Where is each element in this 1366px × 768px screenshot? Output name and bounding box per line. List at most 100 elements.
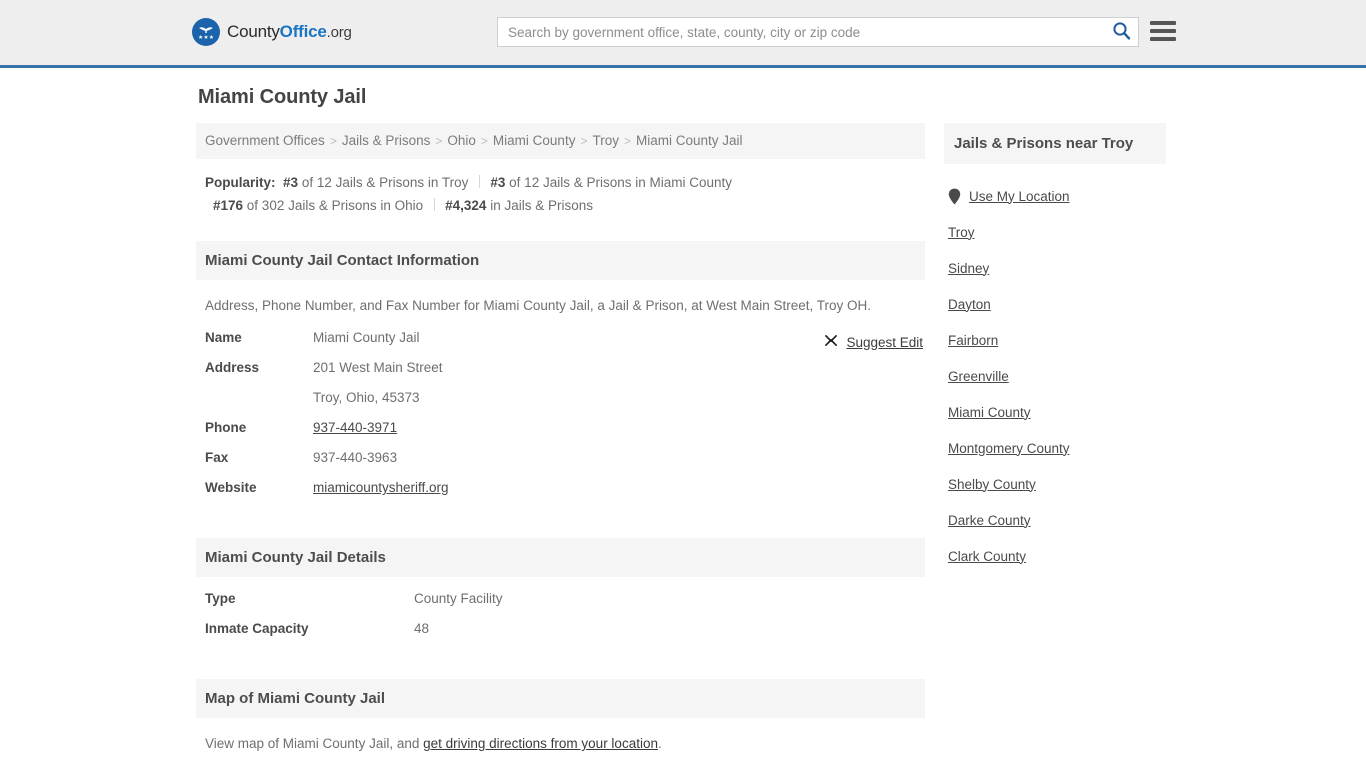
sidebar-item-label[interactable]: Montgomery County — [948, 441, 1070, 456]
sidebar-item-label[interactable]: Greenville — [948, 369, 1009, 384]
popularity-rank: #176 — [213, 198, 244, 213]
detail-term: Fax — [205, 450, 229, 465]
contact-information-section: Miami County Jail Contact Information Ad… — [196, 241, 925, 510]
detail-term: Website — [205, 480, 257, 495]
detail-value: 937-440-3971 — [313, 420, 397, 435]
sidebar-list: Use My Location Troy Sidney Dayton Fairborn… — [944, 164, 1166, 574]
map-section: Map of Miami County Jail View map of Mia… — [196, 679, 925, 760]
sidebar-item-label[interactable]: Clark County — [948, 549, 1026, 564]
search-icon — [1112, 21, 1131, 43]
detail-row: Website miamicountysheriff.org — [205, 480, 916, 510]
sidebar-item-fairborn[interactable]: Fairborn — [946, 322, 1164, 358]
suggest-edit-button[interactable]: Suggest Edit — [824, 333, 923, 351]
sidebar-item-darke-county[interactable]: Darke County — [946, 502, 1164, 538]
sidebar-item-dayton[interactable]: Dayton — [946, 286, 1164, 322]
details-list: Type County Facility Inmate Capacity 48 — [196, 577, 925, 651]
sidebar-item-label[interactable]: Fairborn — [948, 333, 998, 348]
detail-value: 48 — [414, 621, 430, 636]
breadcrumb-separator: > — [580, 134, 588, 148]
site-logo[interactable]: CountyOffice.org — [192, 18, 352, 46]
sidebar-item-montgomery-county[interactable]: Montgomery County — [946, 430, 1164, 466]
popularity-item: #176 of 302 Jails & Prisons in Ohio — [213, 198, 424, 213]
breadcrumb-separator: > — [435, 134, 443, 148]
popularity-row: #176 of 302 Jails & Prisons in Ohio #4,32… — [205, 194, 925, 217]
breadcrumb-item-ohio[interactable]: Ohio — [447, 133, 476, 148]
logo-text-part1: County — [227, 22, 280, 41]
map-pin-icon — [948, 188, 961, 205]
detail-value-link[interactable]: 937-440-3971 — [313, 420, 397, 435]
breadcrumb-item-troy[interactable]: Troy — [592, 133, 619, 148]
detail-value: Miami County Jail — [313, 330, 420, 345]
sidebar-item-greenville[interactable]: Greenville — [946, 358, 1164, 394]
popularity-rank: #3 — [283, 175, 299, 190]
search-bar[interactable] — [497, 17, 1139, 47]
breadcrumb-item-government-offices[interactable]: Government Offices — [205, 133, 325, 148]
hamburger-bar — [1150, 29, 1176, 33]
breadcrumb-separator: > — [623, 134, 631, 148]
driving-directions-link[interactable]: get driving directions from your locatio… — [423, 736, 658, 751]
page-title: Miami County Jail — [198, 86, 367, 108]
hamburger-menu-icon[interactable] — [1150, 19, 1176, 43]
sidebar-item-troy[interactable]: Troy — [946, 214, 1164, 250]
breadcrumb-separator: > — [480, 134, 488, 148]
search-button[interactable] — [1104, 18, 1138, 46]
detail-row: Fax 937-440-3963 — [205, 450, 916, 480]
detail-value-link[interactable]: miamicountysheriff.org — [313, 480, 449, 495]
detail-row: Type County Facility — [205, 591, 916, 621]
logo-text-part3: .org — [326, 24, 352, 41]
edit-pencil-icon — [824, 333, 839, 351]
detail-value: Troy, Ohio, 45373 — [313, 390, 420, 405]
detail-term: Phone — [205, 420, 247, 435]
sidebar-item-shelby-county[interactable]: Shelby County — [946, 466, 1164, 502]
detail-term: Address — [205, 360, 260, 375]
use-my-location-link[interactable]: Use My Location — [969, 189, 1070, 204]
detail-value: County Facility — [414, 591, 503, 606]
details-section-heading: Miami County Jail Details — [196, 538, 925, 577]
contact-details-list: Suggest Edit Name Miami County Jail Addres… — [196, 322, 925, 510]
detail-value: miamicountysheriff.org — [313, 480, 449, 495]
sidebar-heading: Jails & Prisons near Troy — [944, 123, 1166, 164]
map-section-intro: View map of Miami County Jail, and get d… — [205, 736, 662, 751]
popularity-rank: #3 — [490, 175, 506, 190]
sidebar-item-label[interactable]: Darke County — [948, 513, 1031, 528]
popularity-label: Popularity: — [205, 175, 276, 190]
popularity-block: Popularity: #3 of 12 Jails & Prisons in … — [196, 159, 925, 223]
detail-value: 201 West Main Street — [313, 360, 443, 375]
hamburger-bar — [1150, 37, 1176, 41]
popularity-item: #3 of 12 Jails & Prisons in Miami County — [490, 175, 733, 190]
popularity-divider — [479, 175, 481, 188]
detail-value: 937-440-3963 — [313, 450, 398, 465]
site-header: CountyOffice.org — [0, 0, 1366, 68]
popularity-item: #4,324 in Jails & Prisons — [445, 198, 593, 213]
map-section-heading: Map of Miami County Jail — [196, 679, 925, 718]
suggest-edit-label: Suggest Edit — [846, 334, 923, 350]
detail-term: Name — [205, 330, 242, 345]
detail-row: Inmate Capacity 48 — [205, 621, 916, 651]
detail-term: Inmate Capacity — [205, 621, 309, 636]
popularity-divider — [434, 198, 436, 211]
eagle-emblem-icon — [192, 18, 220, 46]
detail-row: Name Miami County Jail — [205, 330, 916, 360]
sidebar-item-use-my-location[interactable]: Use My Location — [946, 178, 1164, 214]
details-section: Miami County Jail Details Type County Fac… — [196, 538, 925, 651]
breadcrumb-item-jails-prisons[interactable]: Jails & Prisons — [342, 133, 431, 148]
sidebar-item-label[interactable]: Troy — [948, 225, 975, 240]
sidebar-item-miami-county[interactable]: Miami County — [946, 394, 1164, 430]
contact-section-heading: Miami County Jail Contact Information — [196, 241, 925, 280]
logo-text-part2: Office — [279, 22, 327, 41]
breadcrumb-item-miami-county[interactable]: Miami County — [493, 133, 576, 148]
popularity-item: #3 of 12 Jails & Prisons in Troy — [283, 175, 469, 190]
search-input[interactable] — [498, 18, 1104, 46]
sidebar-item-label[interactable]: Dayton — [948, 297, 991, 312]
breadcrumb: Government Offices > Jails & Prisons > Ohio >… — [196, 123, 925, 159]
site-logo-text: CountyOffice.org — [227, 22, 352, 42]
sidebar: Jails & Prisons near Troy Use My Locatio… — [944, 123, 1166, 574]
sidebar-item-sidney[interactable]: Sidney — [946, 250, 1164, 286]
breadcrumb-item-miami-county-jail: Miami County Jail — [635, 133, 743, 148]
detail-term: Type — [205, 591, 236, 606]
sidebar-item-label[interactable]: Miami County — [948, 405, 1031, 420]
sidebar-item-label[interactable]: Sidney — [948, 261, 989, 276]
sidebar-item-clark-county[interactable]: Clark County — [946, 538, 1164, 574]
sidebar-item-label[interactable]: Shelby County — [948, 477, 1036, 492]
detail-row: Address 201 West Main Street — [205, 360, 916, 390]
